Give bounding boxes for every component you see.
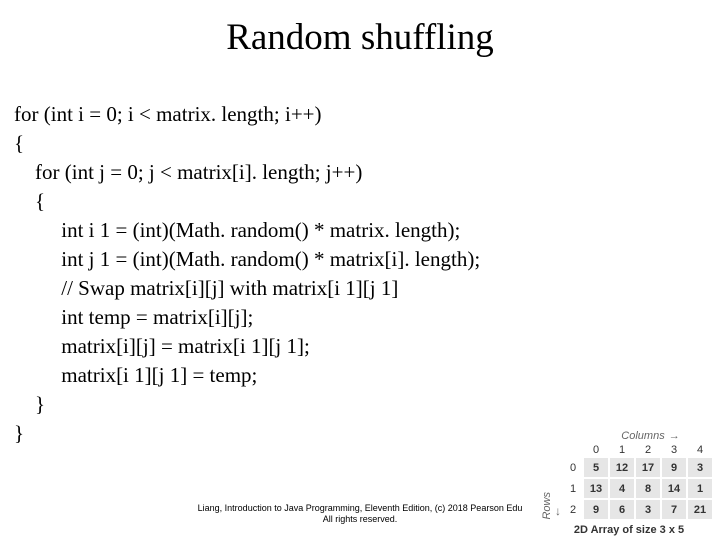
table-row: 0 5 12 17 9 3 (563, 457, 718, 478)
cell: 5 (583, 457, 609, 478)
cell: 1 (687, 478, 713, 499)
row-index: 0 (563, 457, 583, 478)
col-index: 4 (687, 443, 713, 457)
down-arrow-icon: ↓ (555, 504, 561, 520)
col-index: 2 (635, 443, 661, 457)
array-figure: Rows ↓ Columns → 0 1 2 3 4 0 5 12 17 9 3 (540, 430, 718, 538)
code-line: int i 1 = (int)(Math. random() * matrix.… (14, 218, 460, 242)
slide-title: Random shuffling (0, 0, 720, 71)
code-line: int temp = matrix[i][j]; (14, 305, 253, 329)
cell: 21 (687, 499, 713, 520)
cell: 17 (635, 457, 661, 478)
right-arrow-icon: → (669, 430, 680, 442)
code-line: for (int j = 0; j < matrix[i]. length; j… (14, 160, 362, 184)
code-line: matrix[i][j] = matrix[i 1][j 1]; (14, 334, 310, 358)
code-line: int j 1 = (int)(Math. random() * matrix[… (14, 247, 480, 271)
table-row: 1 13 4 8 14 1 (563, 478, 718, 499)
cell: 12 (609, 457, 635, 478)
cell: 9 (661, 457, 687, 478)
cell: 13 (583, 478, 609, 499)
code-line: matrix[i 1][j 1] = temp; (14, 363, 257, 387)
code-line: { (14, 131, 24, 155)
cell: 4 (609, 478, 635, 499)
code-line: for (int i = 0; i < matrix. length; i++) (14, 102, 322, 126)
columns-header: Columns → (563, 430, 718, 443)
cell: 14 (661, 478, 687, 499)
code-line: } (14, 421, 24, 445)
cell: 7 (661, 499, 687, 520)
code-line: // Swap matrix[i][j] with matrix[i 1][j … (14, 276, 398, 300)
col-index: 3 (661, 443, 687, 457)
cell: 8 (635, 478, 661, 499)
cell: 3 (687, 457, 713, 478)
col-index: 1 (609, 443, 635, 457)
code-block: for (int i = 0; i < matrix. length; i++)… (0, 71, 720, 448)
row-index: 1 (563, 478, 583, 499)
code-line: { (14, 189, 45, 213)
table-row: 2 9 6 3 7 21 (563, 499, 718, 520)
columns-label: Columns (621, 430, 664, 442)
code-line: } (14, 392, 45, 416)
row-index: 2 (563, 499, 583, 520)
cell: 9 (583, 499, 609, 520)
cell: 6 (609, 499, 635, 520)
rows-label: Rows (540, 490, 553, 520)
col-index: 0 (583, 443, 609, 457)
figure-caption: 2D Array of size 3 x 5 (540, 520, 718, 538)
cell: 3 (635, 499, 661, 520)
